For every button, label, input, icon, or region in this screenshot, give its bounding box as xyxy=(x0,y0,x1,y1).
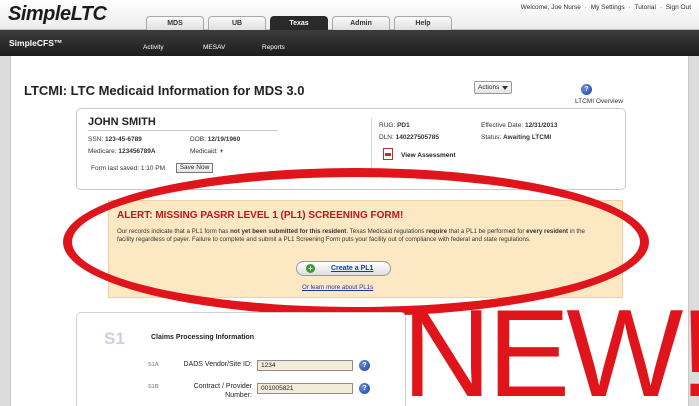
contract-provider-label: Contract / Provider xyxy=(193,383,252,390)
simpleltc-logo[interactable]: SimpleLTC xyxy=(8,3,107,26)
nav-activity[interactable]: Activity xyxy=(143,44,164,51)
medicare-label: Medicare: xyxy=(88,148,117,155)
ssn-label: SSN: xyxy=(88,136,104,143)
actions-dropdown[interactable]: Actions xyxy=(474,81,512,94)
medicaid-value: + xyxy=(219,148,224,155)
effective-date-field: Effective Date: 12/31/2013 xyxy=(481,122,558,129)
tutorial-link[interactable]: Tutorial xyxy=(634,4,655,11)
status-value: Awaiting LTCMI xyxy=(503,134,552,141)
dln-value: 140227505785 xyxy=(395,134,440,141)
view-assessment-link[interactable]: View Assessment xyxy=(401,152,456,159)
rug-value: PD1 xyxy=(397,122,410,129)
ssn-value: 123-45-6789 xyxy=(104,136,142,143)
vendor-site-id-label: DADS Vendor/Site ID: xyxy=(183,361,252,368)
my-settings-link[interactable]: My Settings xyxy=(591,4,625,11)
tab-admin[interactable]: Admin xyxy=(332,16,390,30)
medicare-field: Medicare: 123456789A xyxy=(88,148,156,155)
top-header: SimpleLTC Welcome, Joe Nurse · My Settin… xyxy=(0,0,699,30)
welcome-text: Welcome, Joe Nurse xyxy=(520,4,581,11)
page-title: LTCMI: LTC Medicaid Information for MDS … xyxy=(24,83,305,98)
link-separator: · xyxy=(659,4,662,11)
main-tabs: MDS UB Texas Admin Help xyxy=(146,16,452,30)
help-icon[interactable]: ? xyxy=(359,360,370,371)
chevron-down-icon xyxy=(502,86,508,90)
contract-provider-input[interactable] xyxy=(257,383,353,394)
ltcmi-overview-link[interactable]: LTCMI Overview xyxy=(575,98,623,105)
section-title: Claims Processing Information xyxy=(151,334,255,341)
help-icon[interactable]: ? xyxy=(359,383,370,394)
dob-value: 12/19/1960 xyxy=(207,136,241,143)
status-field: Status: Awaiting LTCMI xyxy=(481,134,551,141)
link-separator: · xyxy=(584,4,587,11)
link-separator: · xyxy=(628,4,631,11)
tab-help[interactable]: Help xyxy=(394,16,452,30)
dln-field: DLN: 140227505785 xyxy=(379,134,439,141)
tab-ub[interactable]: UB xyxy=(208,16,266,30)
sign-out-link[interactable]: Sign Out xyxy=(666,4,691,11)
user-links: Welcome, Joe Nurse · My Settings · Tutor… xyxy=(519,4,691,11)
name-divider xyxy=(88,130,278,131)
last-saved-text: Form last saved: 1:10 PM xyxy=(91,165,166,172)
rug-field: RUG: PD1 xyxy=(379,122,410,129)
product-nav: SimpleCFS™ Activity MESAV Reports xyxy=(0,30,699,56)
tab-mds[interactable]: MDS xyxy=(146,16,204,30)
dob-label: DOB: xyxy=(190,136,206,143)
tab-texas[interactable]: Texas xyxy=(270,16,328,30)
dob-field: DOB: 12/19/1960 xyxy=(190,136,240,143)
medicaid-label: Medicaid: xyxy=(190,148,218,155)
dln-label: DLN: xyxy=(379,134,394,141)
effective-label: Effective Date: xyxy=(481,122,524,129)
resident-name: JOHN SMITH xyxy=(88,116,156,128)
actions-label: Actions xyxy=(478,84,500,91)
vendor-site-id-input[interactable] xyxy=(257,360,353,371)
medicaid-field: Medicaid: + xyxy=(190,148,223,155)
medicare-value: 123456789A xyxy=(118,148,156,155)
nav-mesav[interactable]: MESAV xyxy=(203,44,225,51)
simplecfs-brand: SimpleCFS™ xyxy=(9,38,63,48)
effective-value: 12/31/2013 xyxy=(524,122,558,129)
save-now-button[interactable]: Save Now xyxy=(176,163,213,173)
status-label: Status: xyxy=(481,134,502,141)
help-icon[interactable]: ? xyxy=(581,84,592,95)
rug-label: RUG: xyxy=(379,122,396,129)
nav-reports[interactable]: Reports xyxy=(262,44,285,51)
pdf-icon[interactable] xyxy=(383,148,393,160)
contract-provider-label: Number: xyxy=(225,392,252,399)
section-number: S1 xyxy=(104,329,125,348)
ssn-field: SSN: 123-45-6789 xyxy=(88,136,142,143)
new-annotation: NEW! xyxy=(402,285,699,406)
